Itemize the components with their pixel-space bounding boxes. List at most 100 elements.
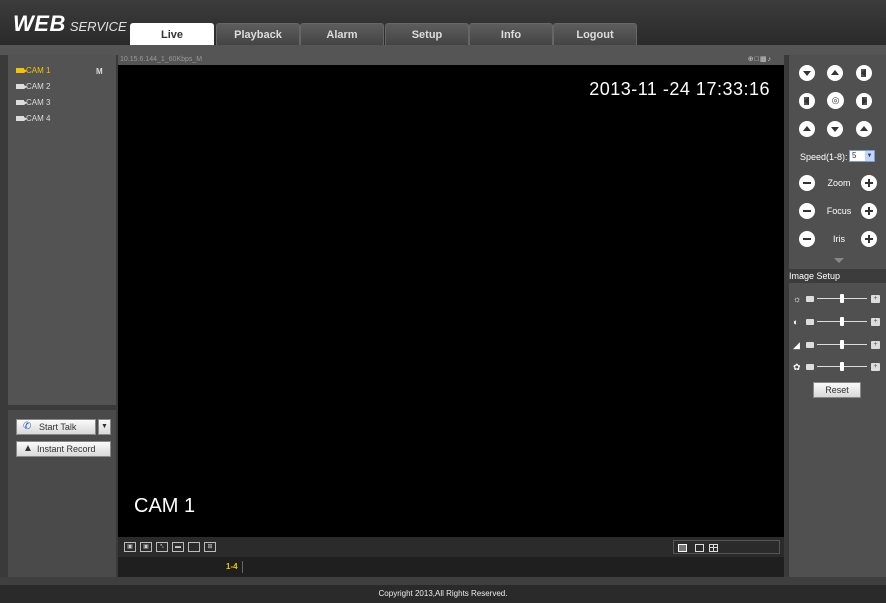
iris-row: Iris [799, 231, 879, 247]
tab-logout[interactable]: Logout [553, 23, 637, 45]
contrast-plus-button[interactable]: + [871, 318, 880, 326]
main-stream-marker[interactable]: M [96, 67, 103, 76]
brightness-knob[interactable] [840, 294, 844, 303]
camera-item-cam4[interactable]: CAM 4 [16, 112, 50, 125]
saturation-knob[interactable] [840, 340, 844, 349]
split-4-icon[interactable] [709, 544, 718, 552]
contrast-slider[interactable] [817, 317, 867, 326]
start-talk-button[interactable]: ✆ Start Talk [16, 419, 96, 435]
saturation-slider[interactable] [817, 340, 867, 349]
tab-live[interactable]: Live [130, 23, 214, 45]
tab-playback[interactable]: Playback [216, 23, 300, 45]
ptz-auto-button[interactable]: ◎ [827, 92, 844, 109]
fullscreen-button[interactable]: ⤣ [156, 542, 168, 552]
saturation-minus-button[interactable] [806, 342, 814, 348]
iris-plus-button[interactable] [861, 231, 877, 247]
iris-label: Iris [833, 234, 845, 244]
camera-item-cam2[interactable]: CAM 2 [16, 80, 50, 93]
camera-icon [16, 84, 27, 89]
single-view-button[interactable] [188, 542, 200, 552]
logo: WEB SERVICE [13, 11, 127, 37]
tab-alarm[interactable]: Alarm [300, 23, 384, 45]
tab-setup[interactable]: Setup [385, 23, 469, 45]
video-window[interactable]: 2013-11 -24 17:33:16 CAM 1 [118, 65, 784, 537]
reset-button[interactable]: Reset [813, 382, 861, 398]
ptz-right-button[interactable] [856, 93, 872, 109]
quad-view-button[interactable]: ⊞ [204, 542, 216, 552]
split-1-icon[interactable] [678, 544, 687, 552]
record-icon[interactable]: ▩ [760, 56, 768, 63]
stream-button[interactable]: ▬ [172, 542, 184, 552]
speed-value: 5 [852, 151, 857, 160]
focus-minus-button[interactable] [799, 203, 815, 219]
saturation-plus-button[interactable]: + [871, 341, 880, 349]
arrow-down-icon [803, 71, 811, 76]
ptz-left-button[interactable] [799, 93, 815, 109]
osd-timestamp: 2013-11 -24 17:33:16 [589, 79, 770, 99]
page-1-4-link[interactable]: 1-4 [226, 562, 238, 571]
camera-icon [16, 116, 27, 121]
ptz-down-button[interactable] [827, 121, 843, 137]
start-talk-label: Start Talk [39, 422, 77, 432]
contrast-minus-button[interactable] [806, 319, 814, 325]
page-separator [242, 561, 243, 573]
camera-icon [16, 100, 27, 105]
hue-knob[interactable] [840, 362, 844, 371]
logo-sub: SERVICE [69, 19, 127, 34]
ptz-panel: ◎ Speed(1-8): 5 ▼ Zoom Focus Iris Image … [789, 55, 886, 577]
osd-channel-name: CAM 1 [134, 495, 196, 517]
footer-copyright: Copyright 2013,All Rights Reserved. [0, 585, 886, 603]
video-info-bar: 10.15.6.144_1_60Kbps_M ⊕□▩♪ [118, 55, 784, 65]
video-tool-icons: ⊕□▩♪ [748, 55, 772, 65]
camera-list-panel: CAM 1 M CAM 2 CAM 3 CAM 4 [8, 55, 116, 405]
brightness-slider[interactable] [817, 294, 867, 303]
titlebar-strip [0, 45, 886, 55]
zoom-row: Zoom [799, 175, 879, 191]
zoom-icon[interactable]: ⊕ [748, 56, 755, 63]
ptz-up-left-button[interactable] [799, 65, 815, 81]
image-setup-title: Image Setup [789, 269, 886, 283]
original-size-button[interactable]: ▣ [124, 542, 136, 552]
split-1b-icon[interactable] [695, 544, 704, 552]
speed-select[interactable]: 5 ▼ [849, 150, 875, 162]
camera-item-cam1[interactable]: CAM 1 [16, 64, 50, 77]
hue-plus-button[interactable]: + [871, 363, 880, 371]
contrast-knob[interactable] [840, 317, 844, 326]
camera-label: CAM 4 [26, 114, 51, 123]
collapse-ptz-icon[interactable] [834, 258, 844, 263]
warning-icon: ▲ [23, 443, 33, 454]
hue-slider[interactable] [817, 362, 867, 371]
brightness-plus-button[interactable]: + [871, 295, 880, 303]
arrow-up-icon [860, 126, 868, 131]
ptz-down-left-button[interactable] [799, 121, 815, 137]
arrow-right-icon [862, 97, 867, 105]
zoom-out-button[interactable] [799, 175, 815, 191]
ptz-up-right-button[interactable] [856, 65, 872, 81]
tab-info[interactable]: Info [469, 23, 553, 45]
chevron-down-icon: ▼ [865, 151, 874, 161]
brightness-slider-row: ☼ + [793, 294, 883, 304]
fit-size-button[interactable]: ▣ [140, 542, 152, 552]
focus-label: Focus [826, 206, 852, 216]
iris-minus-button[interactable] [799, 231, 815, 247]
talk-options-dropdown[interactable]: ▼ [98, 419, 111, 435]
audio-icon[interactable]: ♪ [768, 56, 773, 63]
ptz-down-right-button[interactable] [856, 121, 872, 137]
brightness-minus-button[interactable] [806, 296, 814, 302]
focus-plus-button[interactable] [861, 203, 877, 219]
zoom-in-button[interactable] [861, 175, 877, 191]
sun-icon: ☼ [793, 294, 802, 304]
footer-strip [0, 577, 886, 585]
arrow-up-icon [803, 126, 811, 131]
instant-record-button[interactable]: ▲ Instant Record [16, 441, 111, 457]
header: WEB SERVICE Live Playback Alarm Setup Inf… [0, 0, 886, 45]
zoom-label: Zoom [827, 178, 851, 188]
hue-minus-button[interactable] [806, 364, 814, 370]
camera-item-cam3[interactable]: CAM 3 [16, 96, 50, 109]
arrow-left-icon [861, 69, 866, 77]
focus-row: Focus [799, 203, 879, 219]
ptz-up-button[interactable] [827, 65, 843, 81]
instant-record-label: Instant Record [37, 444, 96, 454]
logo-main: WEB [13, 11, 66, 36]
stream-info: 10.15.6.144_1_60Kbps_M [120, 56, 203, 63]
